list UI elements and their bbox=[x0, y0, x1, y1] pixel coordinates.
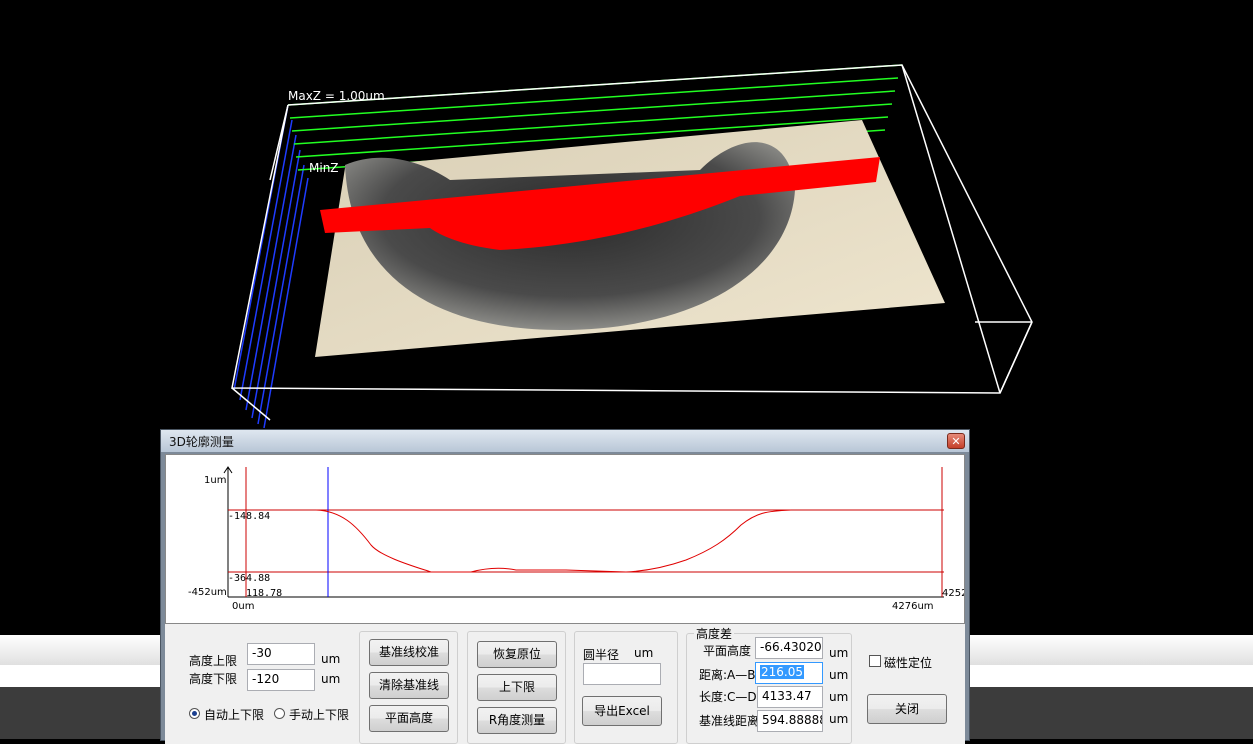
length-cd-label: 长度:C—D bbox=[699, 690, 757, 704]
up-down-button[interactable]: 上下限 bbox=[477, 674, 557, 701]
plane-height-unit: um bbox=[829, 646, 849, 660]
distance-ab-selected-text: 216.05 bbox=[760, 665, 804, 679]
auto-limits-radio[interactable] bbox=[189, 708, 200, 719]
clear-baseline-button[interactable]: 清除基准线 bbox=[369, 672, 449, 699]
restore-button[interactable]: 恢复原位 bbox=[477, 641, 557, 668]
x-marker-label: 118.78 bbox=[246, 588, 282, 599]
magnetic-label[interactable]: 磁性定位 bbox=[884, 654, 932, 671]
baseline-distance-label: 基准线距离 bbox=[699, 714, 760, 728]
distance-ab-value[interactable]: 216.05 bbox=[755, 662, 823, 684]
maxz-label: MaxZ = 1.00um bbox=[288, 89, 385, 103]
baseline-distance-value[interactable]: 594.888889 bbox=[757, 710, 823, 732]
blue-grid bbox=[233, 104, 309, 429]
length-cd-value[interactable]: 4133.47 bbox=[757, 686, 823, 708]
magnetic-checkbox[interactable] bbox=[869, 655, 881, 667]
radius-unit: um bbox=[634, 646, 654, 660]
length-cd-unit: um bbox=[829, 690, 849, 704]
lower-limit-label: 高度下限 bbox=[189, 672, 238, 686]
profile-chart[interactable]: 1um -148.84 -364.88 -452um 118.78 0um 42… bbox=[165, 454, 965, 624]
plane-height-button[interactable]: 平面高度 bbox=[369, 705, 449, 732]
upper-limit-label: 高度上限 bbox=[189, 654, 238, 668]
close-button[interactable]: 关闭 bbox=[867, 694, 947, 724]
profile-curve bbox=[315, 509, 792, 573]
export-excel-button[interactable]: 导出Excel bbox=[582, 696, 662, 726]
auto-limits-label[interactable]: 自动上下限 bbox=[204, 706, 264, 723]
upper-limit-unit: um bbox=[321, 652, 341, 666]
upper-limit-input[interactable]: -30 bbox=[247, 643, 315, 665]
height-diff-group-label: 高度差 bbox=[694, 625, 735, 642]
plane-height-value[interactable]: -66.430208 bbox=[755, 637, 823, 659]
lower-line-label: -364.88 bbox=[228, 573, 270, 584]
profile-svg[interactable]: 1um -148.84 -364.88 -452um 118.78 0um 42… bbox=[166, 455, 964, 623]
radius-label: 圆半径 bbox=[583, 648, 620, 662]
plane-height-label: 平面高度 bbox=[703, 644, 752, 658]
manual-limits-label[interactable]: 手动上下限 bbox=[289, 706, 349, 723]
upper-line-label: -148.84 bbox=[228, 511, 270, 522]
baseline-calibrate-button[interactable]: 基准线校准 bbox=[369, 639, 449, 666]
distance-ab-unit: um bbox=[829, 668, 849, 682]
r-angle-button[interactable]: R角度测量 bbox=[477, 707, 557, 734]
close-icon[interactable]: ✕ bbox=[947, 433, 965, 449]
baseline-distance-unit: um bbox=[829, 712, 849, 726]
radius-input[interactable] bbox=[583, 663, 661, 685]
dialog-title: 3D轮廓测量 bbox=[169, 435, 234, 449]
lower-limit-unit: um bbox=[321, 672, 341, 686]
y-bottom-label: -452um bbox=[188, 587, 227, 598]
minz-label: MinZ bbox=[309, 161, 339, 175]
manual-limits-radio[interactable] bbox=[274, 708, 285, 719]
profile-measure-dialog: 3D轮廓测量 ✕ 1um -148.84 -364.88 -452um 118.… bbox=[160, 429, 970, 744]
x-start-label: 0um bbox=[232, 601, 254, 612]
y-top-label: 1um bbox=[204, 475, 226, 486]
lower-limit-input[interactable]: -120 bbox=[247, 669, 315, 691]
distance-ab-label: 距离:A—B bbox=[699, 668, 756, 682]
dialog-titlebar[interactable]: 3D轮廓测量 ✕ bbox=[161, 430, 969, 452]
dialog-client: 1um -148.84 -364.88 -452um 118.78 0um 42… bbox=[165, 454, 965, 744]
x-right-label: 4252 bbox=[942, 588, 964, 599]
x-end-label: 4276um bbox=[892, 601, 934, 612]
